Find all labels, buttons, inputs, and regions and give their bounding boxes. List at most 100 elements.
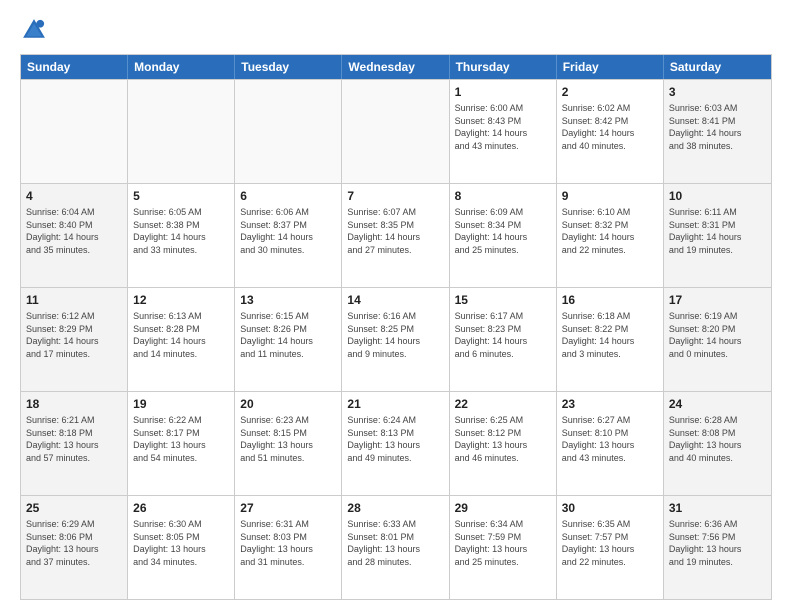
logo-icon xyxy=(20,16,48,44)
day-number: 24 xyxy=(669,396,766,412)
table-row: 25 Sunrise: 6:29 AM Sunset: 8:06 PM Dayli… xyxy=(21,496,128,599)
table-row: 12 Sunrise: 6:13 AM Sunset: 8:28 PM Dayli… xyxy=(128,288,235,391)
day-info: Sunrise: 6:29 AM Sunset: 8:06 PM Dayligh… xyxy=(26,518,122,568)
day-number: 29 xyxy=(455,500,551,516)
table-row: 24 Sunrise: 6:28 AM Sunset: 8:08 PM Dayli… xyxy=(664,392,771,495)
day-number: 30 xyxy=(562,500,658,516)
day-number: 25 xyxy=(26,500,122,516)
table-row: 7 Sunrise: 6:07 AM Sunset: 8:35 PM Daylig… xyxy=(342,184,449,287)
day-number: 8 xyxy=(455,188,551,204)
day-number: 4 xyxy=(26,188,122,204)
header-day-wednesday: Wednesday xyxy=(342,55,449,79)
table-row: 10Sunrise: 6:11 AM Sunset: 8:31 PM Dayli… xyxy=(664,184,771,287)
table-row xyxy=(342,80,449,183)
table-row: 8 Sunrise: 6:09 AM Sunset: 8:34 PM Daylig… xyxy=(450,184,557,287)
calendar-week-2: 4 Sunrise: 6:04 AM Sunset: 8:40 PM Daylig… xyxy=(21,183,771,287)
day-number: 23 xyxy=(562,396,658,412)
header-day-monday: Monday xyxy=(128,55,235,79)
table-row: 16 Sunrise: 6:18 AM Sunset: 8:22 PM Dayli… xyxy=(557,288,664,391)
day-info: Sunrise: 6:30 AM Sunset: 8:05 PM Dayligh… xyxy=(133,518,229,568)
day-number: 13 xyxy=(240,292,336,308)
day-number: 15 xyxy=(455,292,551,308)
calendar-week-3: 11 Sunrise: 6:12 AM Sunset: 8:29 PM Dayli… xyxy=(21,287,771,391)
page-header xyxy=(20,16,772,44)
day-info: Sunrise: 6:31 AM Sunset: 8:03 PM Dayligh… xyxy=(240,518,336,568)
table-row: 4 Sunrise: 6:04 AM Sunset: 8:40 PM Daylig… xyxy=(21,184,128,287)
day-info: Sunrise: 6:07 AM Sunset: 8:35 PM Dayligh… xyxy=(347,206,443,256)
day-info: Sunrise: 6:25 AM Sunset: 8:12 PM Dayligh… xyxy=(455,414,551,464)
table-row xyxy=(21,80,128,183)
calendar: SundayMondayTuesdayWednesdayThursdayFrid… xyxy=(20,54,772,600)
table-row: 21 Sunrise: 6:24 AM Sunset: 8:13 PM Dayli… xyxy=(342,392,449,495)
day-number: 16 xyxy=(562,292,658,308)
day-info: Sunrise: 6:36 AM Sunset: 7:56 PM Dayligh… xyxy=(669,518,766,568)
table-row: 20Sunrise: 6:23 AM Sunset: 8:15 PM Dayli… xyxy=(235,392,342,495)
header-day-tuesday: Tuesday xyxy=(235,55,342,79)
table-row: 2 Sunrise: 6:02 AM Sunset: 8:42 PM Daylig… xyxy=(557,80,664,183)
table-row: 5 Sunrise: 6:05 AM Sunset: 8:38 PM Daylig… xyxy=(128,184,235,287)
day-info: Sunrise: 6:02 AM Sunset: 8:42 PM Dayligh… xyxy=(562,102,658,152)
day-number: 28 xyxy=(347,500,443,516)
header-day-thursday: Thursday xyxy=(450,55,557,79)
day-number: 21 xyxy=(347,396,443,412)
logo xyxy=(20,16,52,44)
day-number: 18 xyxy=(26,396,122,412)
table-row: 11 Sunrise: 6:12 AM Sunset: 8:29 PM Dayli… xyxy=(21,288,128,391)
table-row: 22 Sunrise: 6:25 AM Sunset: 8:12 PM Dayli… xyxy=(450,392,557,495)
day-info: Sunrise: 6:34 AM Sunset: 7:59 PM Dayligh… xyxy=(455,518,551,568)
table-row: 13Sunrise: 6:15 AM Sunset: 8:26 PM Dayli… xyxy=(235,288,342,391)
table-row: 19 Sunrise: 6:22 AM Sunset: 8:17 PM Dayli… xyxy=(128,392,235,495)
calendar-body: 1Sunrise: 6:00 AM Sunset: 8:43 PM Daylig… xyxy=(21,79,771,599)
header-day-friday: Friday xyxy=(557,55,664,79)
day-info: Sunrise: 6:19 AM Sunset: 8:20 PM Dayligh… xyxy=(669,310,766,360)
day-number: 11 xyxy=(26,292,122,308)
day-number: 6 xyxy=(240,188,336,204)
table-row: 31 Sunrise: 6:36 AM Sunset: 7:56 PM Dayli… xyxy=(664,496,771,599)
day-info: Sunrise: 6:35 AM Sunset: 7:57 PM Dayligh… xyxy=(562,518,658,568)
day-number: 5 xyxy=(133,188,229,204)
header-day-sunday: Sunday xyxy=(21,55,128,79)
day-info: Sunrise: 6:18 AM Sunset: 8:22 PM Dayligh… xyxy=(562,310,658,360)
calendar-header: SundayMondayTuesdayWednesdayThursdayFrid… xyxy=(21,55,771,79)
day-info: Sunrise: 6:09 AM Sunset: 8:34 PM Dayligh… xyxy=(455,206,551,256)
header-day-saturday: Saturday xyxy=(664,55,771,79)
table-row: 15 Sunrise: 6:17 AM Sunset: 8:23 PM Dayli… xyxy=(450,288,557,391)
day-info: Sunrise: 6:24 AM Sunset: 8:13 PM Dayligh… xyxy=(347,414,443,464)
day-number: 14 xyxy=(347,292,443,308)
calendar-week-4: 18 Sunrise: 6:21 AM Sunset: 8:18 PM Dayli… xyxy=(21,391,771,495)
day-number: 17 xyxy=(669,292,766,308)
day-info: Sunrise: 6:11 AM Sunset: 8:31 PM Dayligh… xyxy=(669,206,766,256)
day-info: Sunrise: 6:28 AM Sunset: 8:08 PM Dayligh… xyxy=(669,414,766,464)
day-info: Sunrise: 6:12 AM Sunset: 8:29 PM Dayligh… xyxy=(26,310,122,360)
day-info: Sunrise: 6:22 AM Sunset: 8:17 PM Dayligh… xyxy=(133,414,229,464)
day-info: Sunrise: 6:27 AM Sunset: 8:10 PM Dayligh… xyxy=(562,414,658,464)
day-number: 22 xyxy=(455,396,551,412)
calendar-week-5: 25 Sunrise: 6:29 AM Sunset: 8:06 PM Dayli… xyxy=(21,495,771,599)
day-number: 7 xyxy=(347,188,443,204)
table-row: 29 Sunrise: 6:34 AM Sunset: 7:59 PM Dayli… xyxy=(450,496,557,599)
table-row: 27Sunrise: 6:31 AM Sunset: 8:03 PM Dayli… xyxy=(235,496,342,599)
day-info: Sunrise: 6:33 AM Sunset: 8:01 PM Dayligh… xyxy=(347,518,443,568)
day-number: 12 xyxy=(133,292,229,308)
day-info: Sunrise: 6:17 AM Sunset: 8:23 PM Dayligh… xyxy=(455,310,551,360)
day-number: 31 xyxy=(669,500,766,516)
table-row xyxy=(128,80,235,183)
table-row xyxy=(235,80,342,183)
table-row: 23 Sunrise: 6:27 AM Sunset: 8:10 PM Dayli… xyxy=(557,392,664,495)
day-number: 20 xyxy=(240,396,336,412)
table-row: 17 Sunrise: 6:19 AM Sunset: 8:20 PM Dayli… xyxy=(664,288,771,391)
table-row: 18 Sunrise: 6:21 AM Sunset: 8:18 PM Dayli… xyxy=(21,392,128,495)
day-number: 19 xyxy=(133,396,229,412)
table-row: 28 Sunrise: 6:33 AM Sunset: 8:01 PM Dayli… xyxy=(342,496,449,599)
day-info: Sunrise: 6:03 AM Sunset: 8:41 PM Dayligh… xyxy=(669,102,766,152)
table-row: 1Sunrise: 6:00 AM Sunset: 8:43 PM Daylig… xyxy=(450,80,557,183)
calendar-week-1: 1Sunrise: 6:00 AM Sunset: 8:43 PM Daylig… xyxy=(21,79,771,183)
day-number: 2 xyxy=(562,84,658,100)
table-row: 3Sunrise: 6:03 AM Sunset: 8:41 PM Daylig… xyxy=(664,80,771,183)
day-info: Sunrise: 6:21 AM Sunset: 8:18 PM Dayligh… xyxy=(26,414,122,464)
day-info: Sunrise: 6:04 AM Sunset: 8:40 PM Dayligh… xyxy=(26,206,122,256)
day-info: Sunrise: 6:05 AM Sunset: 8:38 PM Dayligh… xyxy=(133,206,229,256)
day-number: 1 xyxy=(455,84,551,100)
day-info: Sunrise: 6:06 AM Sunset: 8:37 PM Dayligh… xyxy=(240,206,336,256)
day-info: Sunrise: 6:13 AM Sunset: 8:28 PM Dayligh… xyxy=(133,310,229,360)
